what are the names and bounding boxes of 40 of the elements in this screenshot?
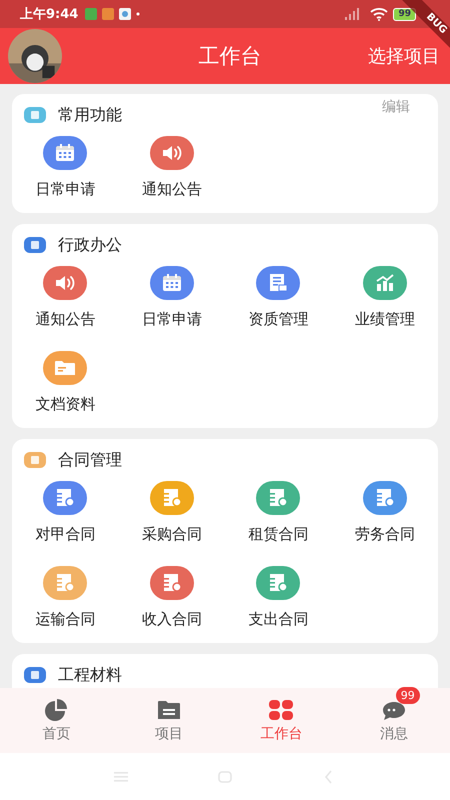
function-item[interactable]: 资质管理 (225, 266, 332, 329)
function-item[interactable]: 文档资料 (12, 351, 118, 414)
battery-level: 99 (393, 8, 416, 20)
function-item[interactable]: 日常申请 (118, 266, 225, 329)
app-notification-icon (102, 8, 114, 20)
section-icon (24, 667, 46, 683)
function-item[interactable]: 收入合同 (118, 566, 225, 629)
page-title: 工作台 (198, 43, 262, 70)
section-title: 行政办公 (58, 234, 123, 256)
function-item[interactable]: 劳务合同 (332, 481, 438, 544)
tab[interactable]: 工作台 (225, 688, 338, 753)
dot-icon (136, 12, 140, 16)
function-item[interactable]: 采购合同 (118, 481, 225, 544)
select-project-button[interactable]: 选择项目 (368, 44, 440, 68)
tab[interactable]: 项目 (112, 688, 225, 753)
function-item[interactable]: 业绩管理 (332, 266, 438, 329)
avatar[interactable] (8, 29, 62, 83)
function-item[interactable]: 租赁合同 (225, 481, 332, 544)
tab[interactable]: 首页 (0, 688, 112, 753)
app-notification-icon (85, 8, 98, 20)
function-item[interactable]: 通知公告 (12, 266, 118, 329)
grid-icon (269, 698, 294, 720)
section-icon (24, 452, 46, 468)
status-time: 上午9:44 (20, 6, 78, 23)
pie-chart-icon (44, 698, 68, 720)
function-item[interactable]: 运输合同 (12, 566, 118, 629)
section-title: 合同管理 (58, 450, 123, 470)
tab[interactable]: 99 消息 (338, 688, 450, 753)
wifi-icon (370, 8, 388, 20)
section-title: 工程材料 (58, 664, 123, 686)
function-item[interactable]: 日常申请 (12, 136, 118, 199)
unread-badge: 99 (396, 686, 420, 704)
function-item[interactable]: 对甲合同 (12, 481, 118, 544)
folder-icon (156, 698, 181, 720)
app-notification-icon (119, 8, 132, 20)
function-item[interactable]: 支出合同 (225, 566, 332, 629)
section-icon (24, 237, 46, 253)
section-icon (24, 107, 46, 123)
section-title: 常用功能 (58, 104, 123, 126)
function-item[interactable]: 通知公告 (118, 136, 225, 199)
